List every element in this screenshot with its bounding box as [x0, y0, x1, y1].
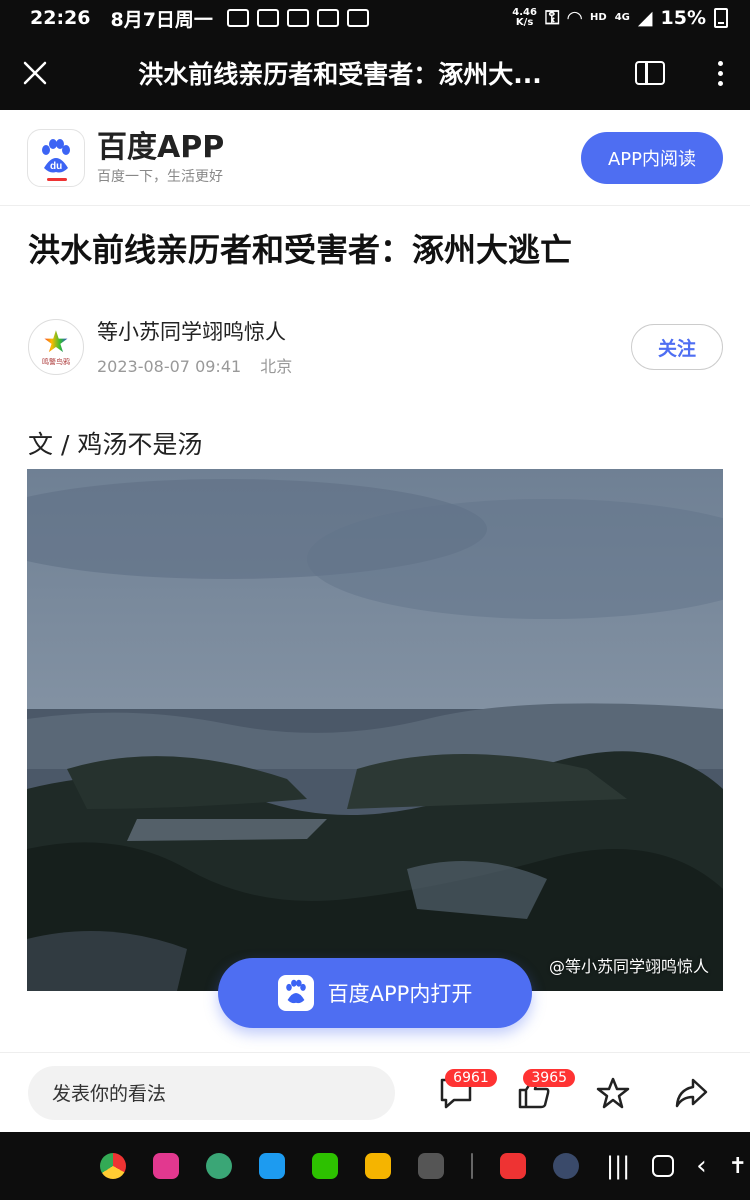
like-count-badge: 3965	[523, 1068, 576, 1087]
twitter-icon[interactable]	[259, 1153, 285, 1179]
bottom-action-bar: 发表你的看法 6961 3965	[0, 1052, 750, 1132]
author-row: ★ 鸣警鸟鸦 等小苏同学翊鸣惊人 2023-08-07 09:41 北京 关注	[28, 312, 723, 382]
chrome-icon[interactable]	[100, 1153, 126, 1179]
status-time: 22:26	[30, 7, 91, 29]
flower-icon[interactable]	[153, 1153, 179, 1179]
follow-button[interactable]: 关注	[631, 324, 723, 370]
more-dot-icon	[717, 60, 723, 66]
baidu-logo-icon: du	[27, 128, 85, 187]
network-label: 4G	[614, 12, 630, 23]
comment-input[interactable]: 发表你的看法	[28, 1065, 396, 1120]
outlook-notification-icon	[286, 9, 309, 27]
outlook-notification-icon	[256, 9, 279, 27]
status-date: 8月7日周一	[110, 8, 213, 31]
author-name[interactable]: 等小苏同学翊鸣惊人	[97, 317, 306, 347]
article-title: 洪水前线亲历者和受害者：涿州大逃亡	[28, 231, 573, 269]
avatar-caption: 鸣警鸟鸦	[42, 358, 70, 366]
window-icon	[635, 61, 665, 85]
favorite-button[interactable]	[574, 1063, 652, 1123]
gallery-notification-icon	[346, 9, 369, 27]
flood-photo: @等小苏同学翊鸣惊人	[27, 469, 723, 991]
screenshot-notification-icon	[316, 9, 339, 27]
home-icon[interactable]	[652, 1155, 675, 1177]
star-logo-icon: ★	[42, 325, 70, 360]
accessibility-icon[interactable]: ✝	[729, 1154, 747, 1179]
app-text: 百度APP 百度一下，生活更好	[97, 130, 224, 186]
net-speed: 4.46 K/s	[512, 7, 537, 28]
battery-icon	[714, 8, 728, 28]
open-in-app-button[interactable]: APP内阅读	[581, 131, 723, 184]
status-right: 4.46 K/s ⚿ ◠ HD 4G ◢ 15%	[512, 7, 728, 29]
back-icon[interactable]: ‹	[696, 1151, 706, 1181]
more-dot-icon	[717, 80, 723, 86]
star-icon	[596, 1077, 629, 1108]
folder-icon[interactable]	[365, 1153, 391, 1179]
browser-header: 洪水前线亲历者和受害者：涿州大...	[0, 36, 750, 110]
author-info: 等小苏同学翊鸣惊人 2023-08-07 09:41 北京	[97, 317, 306, 377]
article-byline: 文 / 鸡汤不是汤	[28, 430, 203, 459]
notes-icon[interactable]	[500, 1153, 526, 1179]
recents-icon[interactable]: |||	[606, 1152, 630, 1180]
baidu-mini-logo-icon	[277, 975, 314, 1011]
taskbar-dock: ||| ‹ ✝	[0, 1132, 750, 1200]
signal-icon: ◢	[637, 7, 653, 29]
author-meta: 2023-08-07 09:41 北京	[97, 353, 306, 377]
page-title: 洪水前线亲历者和受害者：涿州大...	[138, 60, 542, 89]
more-dot-icon	[717, 70, 723, 76]
settings-icon[interactable]	[553, 1153, 579, 1179]
battery-percent: 15%	[660, 7, 706, 29]
gmail-notification-icon	[226, 9, 249, 27]
wechat-icon[interactable]	[312, 1153, 338, 1179]
share-icon	[675, 1078, 708, 1107]
status-bar: 22:26 8月7日周一 4.46 K/s ⚿ ◠ HD 4G ◢ 15%	[0, 0, 750, 36]
more-menu-button[interactable]	[690, 36, 750, 110]
author-avatar[interactable]: ★ 鸣警鸟鸦	[28, 319, 84, 375]
flood-image	[27, 469, 723, 991]
comment-button[interactable]: 6961	[417, 1063, 497, 1123]
open-in-baidu-label: 百度APP内打开	[327, 982, 473, 1006]
open-in-baidu-button[interactable]: 百度APP内打开	[218, 958, 532, 1028]
share-button[interactable]	[652, 1063, 730, 1123]
publish-location: 北京	[260, 357, 293, 376]
svg-text:du: du	[50, 161, 62, 172]
close-button[interactable]	[0, 36, 70, 110]
publish-time: 2023-08-07 09:41	[97, 357, 242, 376]
comment-count-badge: 6961	[445, 1068, 497, 1087]
nav-buttons: ||| ‹ ✝	[606, 1151, 747, 1181]
image-watermark: @等小苏同学翊鸣惊人	[548, 957, 709, 976]
hd-label: HD	[590, 12, 607, 23]
close-icon	[23, 61, 47, 85]
grid-icon[interactable]	[418, 1153, 444, 1179]
compass-icon[interactable]	[206, 1153, 232, 1179]
app-slogan: 百度一下，生活更好	[97, 168, 223, 185]
app-name: 百度APP	[97, 129, 225, 165]
window-mode-button[interactable]	[610, 36, 690, 110]
app-banner: du 百度APP 百度一下，生活更好 APP内阅读	[0, 110, 750, 206]
divider-icon	[471, 1153, 473, 1179]
vpn-key-icon: ⚿	[544, 7, 560, 29]
like-button[interactable]: 3965	[495, 1063, 576, 1123]
wifi-icon: ◠	[567, 7, 583, 29]
